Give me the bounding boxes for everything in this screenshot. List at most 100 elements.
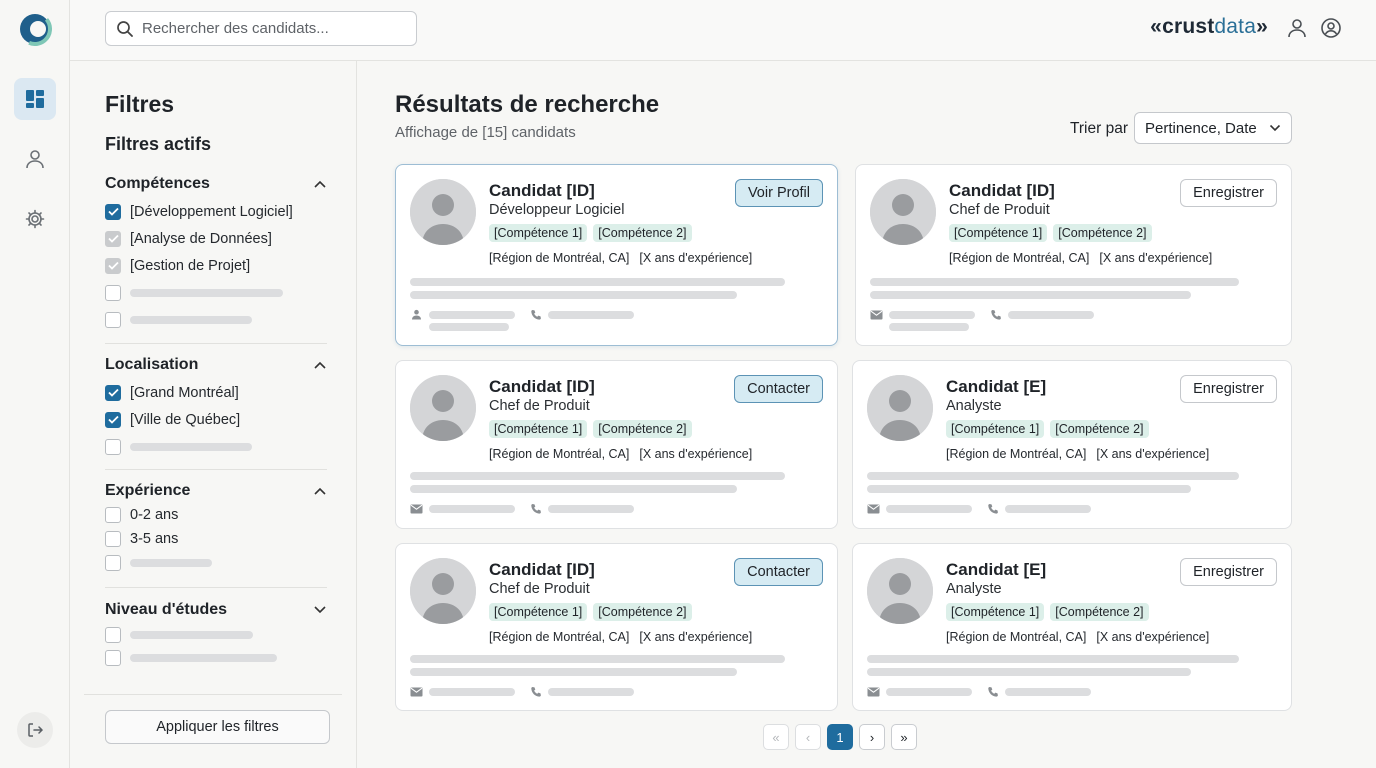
- skill-tags: [Compétence 1] [Compétence 2]: [946, 603, 1149, 621]
- placeholder-bar: [548, 310, 634, 319]
- page-button-current[interactable]: 1: [827, 724, 853, 750]
- app-logo[interactable]: [18, 12, 52, 46]
- filter-option[interactable]: [Ville de Québec]: [105, 406, 327, 433]
- filter-option[interactable]: 3-5 ans: [105, 527, 327, 551]
- filter-section-header[interactable]: Localisation: [105, 354, 327, 376]
- filter-option[interactable]: 0-2 ans: [105, 503, 327, 527]
- skill-tag: [Compétence 1]: [489, 603, 588, 621]
- mail-icon: [867, 503, 880, 514]
- placeholder-bar: [867, 655, 1239, 663]
- save-button[interactable]: Enregistrer: [1180, 179, 1277, 207]
- divider: [105, 469, 327, 470]
- contact-button[interactable]: Contacter: [734, 558, 823, 586]
- skill-tag: [Compétence 2]: [1053, 224, 1152, 242]
- filter-option[interactable]: [Analyse de Données]: [105, 225, 327, 252]
- filter-option[interactable]: [Grand Montréal]: [105, 379, 327, 406]
- checkbox[interactable]: [105, 438, 121, 455]
- gear-icon: [25, 209, 45, 229]
- candidate-card[interactable]: Candidat [E] Analyste [Compétence 1] [Co…: [852, 360, 1292, 529]
- divider: [105, 343, 327, 344]
- skill-tags: [Compétence 1] [Compétence 2]: [489, 603, 692, 621]
- prev-page-button[interactable]: ‹: [795, 724, 821, 750]
- candidate-meta: [Région de Montréal, CA] [X ans d'expérie…: [946, 630, 1209, 644]
- placeholder-bar: [867, 485, 1191, 493]
- filter-option-label: [Gestion de Projet]: [130, 257, 251, 274]
- avatar: [867, 375, 933, 441]
- brand-suffix: »: [1256, 15, 1268, 38]
- save-button[interactable]: Enregistrer: [1180, 375, 1277, 403]
- checkbox[interactable]: [105, 507, 121, 523]
- filter-section-education: Niveau d'études: [105, 599, 327, 669]
- account-circle-icon[interactable]: [1320, 17, 1342, 39]
- logout-button[interactable]: [17, 712, 53, 748]
- dashboard-icon: [26, 90, 44, 108]
- nav-settings-button[interactable]: [14, 198, 56, 240]
- logout-icon: [28, 723, 44, 737]
- contact-button[interactable]: Contacter: [734, 375, 823, 403]
- checkbox[interactable]: [105, 649, 121, 666]
- filter-option-placeholder[interactable]: [105, 623, 327, 646]
- candidate-experience: [X ans d'expérience]: [639, 630, 753, 644]
- search-box[interactable]: [105, 11, 417, 46]
- last-page-button[interactable]: »: [891, 724, 917, 750]
- skill-tag: [Compétence 1]: [489, 420, 588, 438]
- candidate-card[interactable]: Candidat [ID] Chef de Produit [Compétenc…: [395, 360, 838, 529]
- view-profile-button[interactable]: Voir Profil: [734, 179, 823, 207]
- filter-panel: Filtres Filtres actifs Compétences [Déve…: [70, 61, 357, 768]
- filter-section-skills: Compétences [Développement Logiciel] [An…: [105, 173, 327, 333]
- nav-candidates-button[interactable]: [14, 138, 56, 180]
- filter-option-placeholder[interactable]: [105, 551, 327, 575]
- checkbox[interactable]: [105, 384, 121, 401]
- skill-tags: [Compétence 1] [Compétence 2]: [946, 420, 1149, 438]
- phone-icon: [986, 686, 999, 697]
- skill-tag: [Compétence 1]: [946, 603, 1045, 621]
- save-button[interactable]: Enregistrer: [1180, 558, 1277, 586]
- checkbox[interactable]: [105, 626, 121, 643]
- filter-option-placeholder[interactable]: [105, 306, 327, 333]
- placeholder-bar: [410, 655, 785, 663]
- filter-section-header[interactable]: Expérience: [105, 480, 327, 502]
- first-page-button[interactable]: «: [763, 724, 789, 750]
- sort-select[interactable]: Pertinence, Date: [1134, 112, 1292, 144]
- placeholder-bar: [130, 288, 283, 297]
- user-icon[interactable]: [1286, 17, 1308, 39]
- checkbox[interactable]: [105, 284, 121, 301]
- placeholder-bar: [889, 310, 975, 319]
- checkbox[interactable]: [105, 203, 121, 220]
- filter-option[interactable]: [Développement Logiciel]: [105, 198, 327, 225]
- filter-section-header[interactable]: Niveau d'études: [105, 599, 327, 621]
- filter-section-header[interactable]: Compétences: [105, 173, 327, 195]
- placeholder-bar: [1005, 504, 1091, 513]
- apply-filters-button[interactable]: Appliquer les filtres: [105, 710, 330, 744]
- results-panel: Résultats de recherche Affichage de [15]…: [357, 61, 1376, 768]
- checkbox[interactable]: [105, 531, 121, 547]
- filter-option[interactable]: [Gestion de Projet]: [105, 252, 327, 279]
- filter-option-label: 3-5 ans: [130, 531, 179, 547]
- candidate-card[interactable]: Candidat [ID] Chef de Produit [Compétenc…: [395, 543, 838, 711]
- checkbox[interactable]: [105, 230, 121, 247]
- candidate-card[interactable]: Candidat [ID] Chef de Produit [Compétenc…: [855, 164, 1292, 346]
- skill-tag: [Compétence 2]: [593, 224, 692, 242]
- checkbox[interactable]: [105, 311, 121, 328]
- checkbox[interactable]: [105, 257, 121, 274]
- checkbox[interactable]: [105, 555, 121, 571]
- sort-value: Pertinence, Date: [1145, 119, 1257, 137]
- sort-label: Trier par: [1070, 120, 1128, 137]
- search-input[interactable]: [142, 20, 402, 37]
- filter-option-placeholder[interactable]: [105, 279, 327, 306]
- candidate-region: [Région de Montréal, CA]: [489, 251, 630, 265]
- filter-option-placeholder[interactable]: [105, 646, 327, 669]
- candidate-region: [Région de Montréal, CA]: [946, 630, 1087, 644]
- candidate-card[interactable]: Candidat [E] Analyste [Compétence 1] [Co…: [852, 543, 1292, 711]
- checkbox[interactable]: [105, 411, 121, 428]
- candidate-card[interactable]: Candidat [ID] Développeur Logiciel [Comp…: [395, 164, 838, 346]
- placeholder-bar: [1005, 687, 1091, 696]
- results-count: Affichage de [15] candidats: [395, 124, 576, 141]
- candidate-name: Candidat [ID]: [489, 377, 595, 396]
- skill-tag: [Compétence 2]: [1050, 420, 1149, 438]
- section-title: Expérience: [105, 482, 191, 499]
- nav-dashboard-button[interactable]: [14, 78, 56, 120]
- user-icon: [26, 150, 44, 169]
- next-page-button[interactable]: ›: [859, 724, 885, 750]
- filter-option-placeholder[interactable]: [105, 433, 327, 460]
